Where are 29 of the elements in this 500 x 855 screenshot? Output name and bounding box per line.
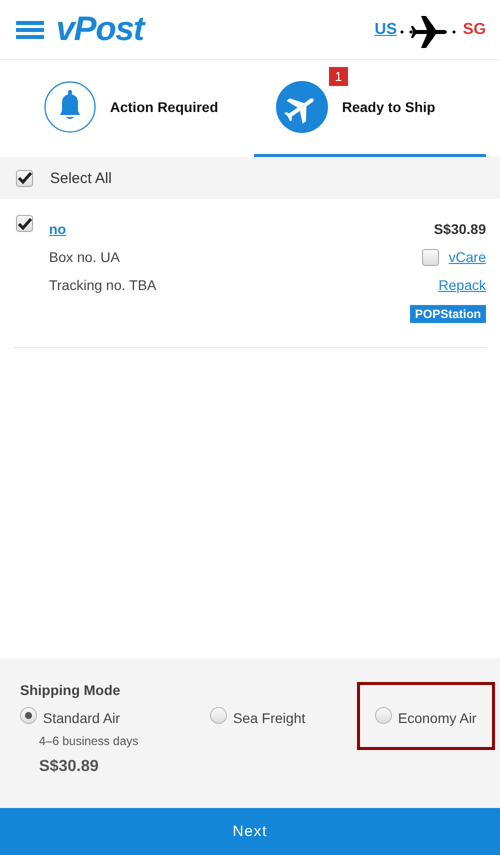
airplane-icon: [276, 81, 328, 133]
menu-icon[interactable]: [16, 20, 44, 40]
select-all-label: Select All: [50, 170, 112, 186]
checkbox[interactable]: [422, 248, 439, 266]
destination-code: SG: [462, 20, 486, 38]
option-label: Economy Air: [398, 710, 477, 726]
bell-icon: [44, 81, 96, 133]
delivery-time: 4–6 business days: [39, 734, 140, 748]
radio-button[interactable]: [20, 706, 37, 724]
option-label: Sea Freight: [233, 710, 306, 726]
radio-button[interactable]: [375, 706, 392, 724]
repack-link[interactable]: Repack: [438, 277, 486, 293]
option-price: S$30.89: [39, 758, 100, 776]
next-button[interactable]: Next: [0, 808, 500, 855]
checkbox[interactable]: [16, 170, 33, 186]
item-price: S$30.89: [434, 221, 486, 237]
count-badge: 1: [328, 67, 348, 86]
tag: POPStation: [410, 305, 486, 323]
section-title: Shipping Mode: [20, 682, 122, 698]
item-link[interactable]: no: [49, 221, 66, 237]
box-number: Box no. UA: [49, 249, 120, 265]
checkbox[interactable]: [16, 215, 33, 232]
logo: vPost: [56, 10, 144, 49]
tracking-number: Tracking no. TBA: [49, 277, 156, 293]
vcare-link[interactable]: vCare: [448, 249, 486, 265]
radio-button[interactable]: [210, 706, 227, 724]
option-label: Standard Air: [43, 710, 120, 726]
origin-link[interactable]: US: [374, 20, 397, 38]
tab[interactable]: Action Required: [14, 60, 254, 157]
